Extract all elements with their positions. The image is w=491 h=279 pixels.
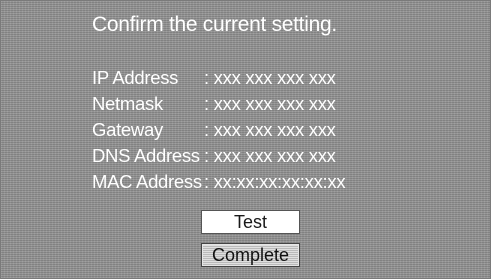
setting-row-netmask: Netmask : xxx xxx xxx xxx (92, 91, 345, 117)
setting-row-gateway: Gateway : xxx xxx xxx xxx (92, 117, 345, 143)
setting-row-mac-address: MAC Address : xx:xx:xx:xx:xx:xx (92, 169, 346, 195)
setting-label: DNS Address (92, 145, 200, 166)
complete-button[interactable]: Complete (201, 243, 300, 267)
setting-label: Gateway (92, 119, 163, 140)
screen-title: Confirm the current setting. (92, 13, 337, 36)
setting-value: : xxx xxx xxx xxx (204, 67, 336, 88)
setting-label: MAC Address (92, 171, 202, 192)
test-button[interactable]: Test (201, 210, 300, 234)
settings-confirm-screen: Confirm the current setting. IP Address … (0, 0, 491, 279)
setting-label: Netmask (92, 93, 163, 114)
setting-value: : xxx xxx xxx xxx (204, 119, 336, 140)
setting-row-dns-address: DNS Address : xxx xxx xxx xxx (92, 143, 345, 169)
setting-row-ip-address: IP Address : xxx xxx xxx xxx (92, 65, 345, 91)
setting-label: IP Address (92, 67, 179, 88)
setting-value: : xx:xx:xx:xx:xx:xx (204, 171, 346, 192)
setting-value: : xxx xxx xxx xxx (204, 93, 336, 114)
settings-list: IP Address : xxx xxx xxx xxx Netmask : x… (92, 65, 346, 195)
setting-value: : xxx xxx xxx xxx (204, 145, 336, 166)
